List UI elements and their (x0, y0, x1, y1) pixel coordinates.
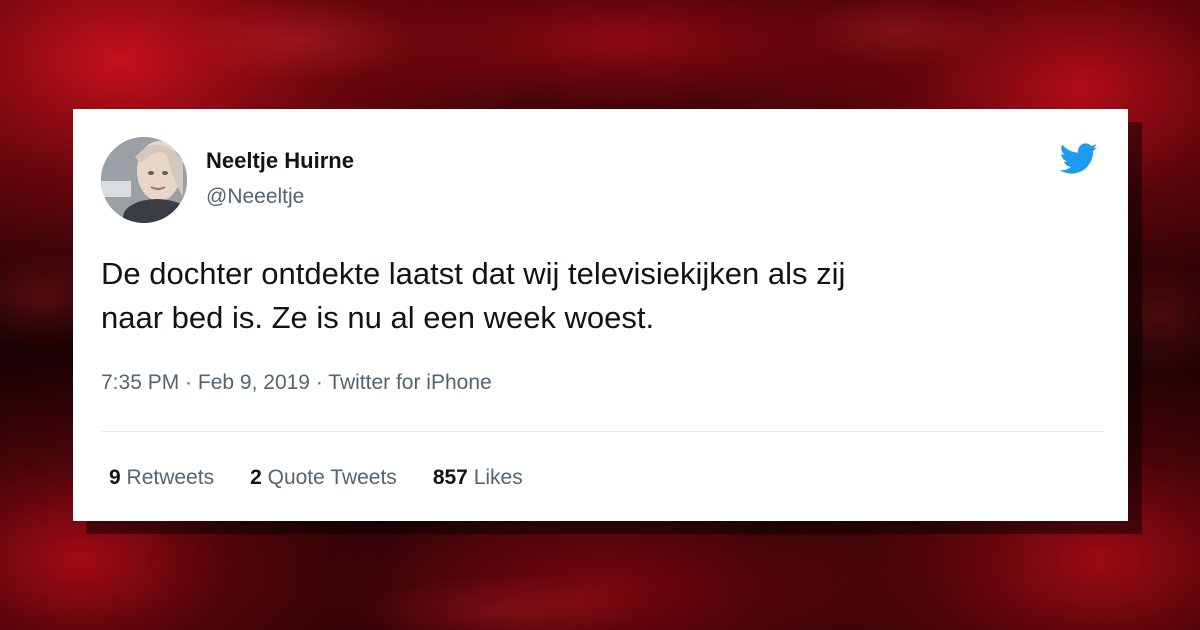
author-name[interactable]: Neeltje Huirne (206, 148, 354, 174)
divider (101, 431, 1104, 432)
tweet-text: De dochter ontdekte laatst dat wij telev… (101, 252, 1101, 340)
avatar[interactable] (101, 137, 187, 223)
likes-count: 857 (432, 466, 468, 489)
tweet-meta: 7:35 PM · Feb 9, 2019 · Twitter for iPho… (101, 371, 492, 395)
likes-label: Likes (473, 466, 523, 489)
meta-separator: · (309, 371, 329, 394)
likes-stat[interactable]: 857 Likes (433, 466, 523, 490)
tweet-time[interactable]: 7:35 PM (101, 371, 179, 394)
quote-tweets-stat[interactable]: 2 Quote Tweets (250, 466, 397, 490)
author-handle[interactable]: @Neeeltje (206, 185, 304, 209)
quote-tweets-label: Quote Tweets (267, 466, 397, 489)
tweet-date[interactable]: Feb 9, 2019 (198, 371, 310, 394)
tweet-text-line-1: De dochter ontdekte laatst dat wij telev… (101, 256, 846, 291)
tweet-card: Neeltje Huirne @Neeeltje De dochter ontd… (73, 109, 1128, 521)
retweets-count: 9 (109, 466, 121, 489)
twitter-bird-icon[interactable] (1059, 143, 1098, 175)
retweets-label: Retweets (126, 466, 215, 489)
tweet-text-line-2: naar bed is. Ze is nu al een week woest. (101, 300, 655, 335)
quote-tweets-count: 2 (250, 466, 262, 489)
meta-separator: · (179, 371, 198, 394)
retweets-stat[interactable]: 9 Retweets (109, 466, 214, 490)
tweet-source[interactable]: Twitter for iPhone (328, 371, 491, 394)
avatar-photo (101, 137, 187, 223)
tweet-stats: 9 Retweets 2 Quote Tweets 857 Likes (109, 466, 523, 490)
